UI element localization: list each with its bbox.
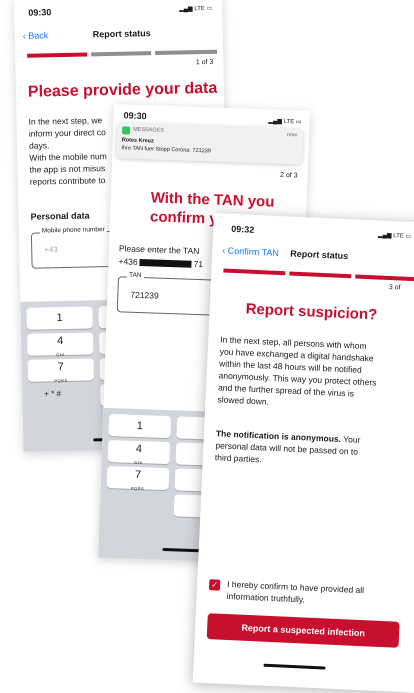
progress-segment-3 — [355, 274, 414, 282]
nav-title: Report status — [92, 28, 151, 40]
status-signal: ▂▄▆ LTE ▭ — [268, 118, 302, 126]
key-7[interactable]: 7 PQRS — [27, 358, 94, 383]
status-time: 09:30 — [28, 7, 52, 18]
step-indicator: 3 of — [388, 284, 401, 292]
back-button[interactable]: ‹ Confirm TAN — [222, 245, 279, 258]
status-time: 09:32 — [231, 223, 255, 235]
status-signal: ▂▄▆ LTE ▭ — [377, 232, 412, 240]
step-indicator: 2 of 3 — [279, 171, 298, 180]
page-title: Report suspicion? — [245, 300, 378, 324]
tan-label: TAN — [126, 271, 144, 280]
home-indicator — [263, 663, 326, 670]
page-title: Please provide your data — [27, 79, 218, 101]
key-7[interactable]: 7 PQRS — [106, 465, 170, 491]
section-label: Personal data — [30, 210, 90, 222]
key-4[interactable]: 4 GHI — [107, 440, 171, 465]
redaction-bar — [139, 259, 192, 269]
progress-segment-1 — [223, 268, 286, 276]
consent-label: I hereby confirm to have provided all in… — [226, 578, 365, 605]
progress-segment-2 — [91, 51, 152, 57]
phone-number-label: Mobile phone number — [39, 226, 107, 235]
back-button[interactable]: ‹ Back — [23, 30, 49, 41]
notification-sender: Rotes Kreuz — [121, 137, 154, 145]
phone-number-placeholder: +43 — [44, 245, 58, 255]
sms-notification[interactable]: MESSAGES now Rotes Kreuz Ihre TAN fuer S… — [116, 122, 304, 165]
key-1[interactable]: 1 — [108, 414, 172, 439]
masked-phone-number: +436 71 — [118, 256, 204, 270]
key-1[interactable]: 1 — [26, 306, 93, 330]
status-signal: ▂▄▆ LTE ▭ — [179, 5, 213, 13]
key-symbols[interactable]: + * # — [44, 389, 61, 398]
notification-time: now — [286, 132, 298, 139]
nav-title: Report status — [290, 248, 349, 262]
key-4[interactable]: 4 GHI — [26, 332, 94, 357]
report-infection-button[interactable]: Report a suspected infection — [206, 613, 400, 648]
progress-segment-3 — [155, 49, 218, 56]
messages-icon — [121, 126, 131, 135]
progress-segment-1 — [27, 52, 88, 58]
status-time: 09:30 — [123, 110, 147, 122]
page-title-line1: With the TAN you — [150, 189, 275, 211]
notification-body: Ihre TAN fuer Stopp Corona: 721239 — [121, 145, 211, 155]
screen-report-suspicion: 09:32 ▂▄▆ LTE ▭ ‹ Confirm TAN Report sta… — [192, 213, 414, 693]
anonymity-text: The notification is anonymous. Your pers… — [214, 428, 361, 465]
step-indicator: 1 of 3 — [195, 58, 214, 67]
progress-segment-2 — [289, 271, 352, 279]
page-title-line2: confirm y — [149, 208, 218, 228]
explanation-text: In the next step, all persons with whom … — [217, 334, 377, 407]
consent-checkbox[interactable]: ✓ — [208, 579, 221, 591]
tan-value: 721239 — [130, 289, 159, 301]
notification-app: MESSAGES — [133, 126, 165, 134]
